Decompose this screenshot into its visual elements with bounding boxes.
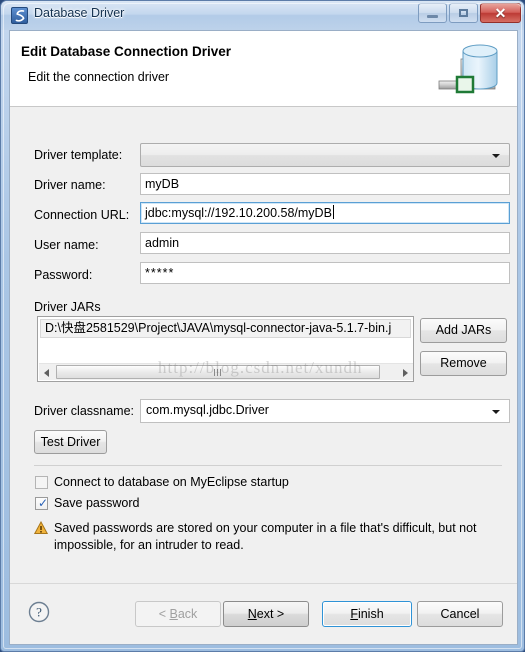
section-divider bbox=[34, 465, 502, 466]
connection-url-value: jdbc:mysql://192.10.200.58/myDB bbox=[145, 206, 332, 220]
add-jars-button[interactable]: Add JARs bbox=[420, 318, 507, 343]
triangle-left-icon bbox=[44, 369, 49, 377]
driver-classname-label: Driver classname: bbox=[34, 404, 135, 418]
dialog-window: Database Driver ✕ Edit Database Connecti… bbox=[0, 0, 525, 652]
cancel-button[interactable]: Cancel bbox=[417, 601, 503, 627]
page-title: Edit Database Connection Driver bbox=[21, 44, 232, 59]
help-question-icon[interactable]: ? bbox=[28, 601, 50, 628]
scrollbar-grip bbox=[214, 369, 222, 376]
scrollbar-thumb[interactable] bbox=[56, 365, 380, 379]
list-item[interactable]: D:\快盘2581529\Project\JAVA\mysql-connecto… bbox=[40, 319, 411, 338]
warning-text: Saved passwords are stored on your compu… bbox=[54, 521, 477, 552]
password-label: Password: bbox=[34, 268, 93, 282]
scroll-left-button[interactable] bbox=[39, 364, 55, 380]
dialog-button-bar: ? < Back Next > Finish Cancel bbox=[10, 583, 517, 644]
checkmark-icon: ✓ bbox=[38, 496, 49, 510]
checkbox-box[interactable] bbox=[35, 476, 48, 489]
close-button[interactable]: ✕ bbox=[480, 3, 521, 23]
window-title: Database Driver bbox=[34, 6, 125, 20]
close-icon: ✕ bbox=[494, 5, 507, 21]
scroll-right-button[interactable] bbox=[397, 364, 413, 380]
driver-classname-combo[interactable]: com.mysql.jdbc.Driver bbox=[140, 399, 510, 423]
test-driver-button[interactable]: Test Driver bbox=[34, 430, 107, 454]
driver-template-combo[interactable] bbox=[140, 143, 510, 167]
checkbox-label: Save password bbox=[54, 496, 140, 510]
driver-jars-list[interactable]: D:\快盘2581529\Project\JAVA\mysql-connecto… bbox=[37, 316, 414, 382]
horizontal-scrollbar[interactable] bbox=[39, 363, 413, 380]
password-input[interactable]: ***** bbox=[140, 262, 510, 284]
warning-triangle-icon bbox=[33, 520, 49, 535]
minimize-button[interactable] bbox=[418, 3, 447, 23]
driver-glyph bbox=[15, 10, 25, 22]
user-name-input[interactable]: admin bbox=[140, 232, 510, 254]
finish-button[interactable]: Finish bbox=[322, 601, 412, 627]
back-button[interactable]: < Back bbox=[135, 601, 221, 627]
next-button[interactable]: Next > bbox=[223, 601, 309, 627]
remove-jar-button[interactable]: Remove bbox=[420, 351, 507, 376]
driver-template-label: Driver template: bbox=[34, 148, 123, 162]
connection-url-label: Connection URL: bbox=[34, 208, 130, 222]
svg-text:?: ? bbox=[36, 605, 42, 620]
driver-name-input[interactable]: myDB bbox=[140, 173, 510, 195]
page-subtitle: Edit the connection driver bbox=[28, 70, 170, 84]
chevron-down-icon bbox=[492, 410, 500, 414]
checkbox-label: Connect to database on MyEclipse startup bbox=[54, 475, 289, 489]
user-name-label: User name: bbox=[34, 238, 99, 252]
connection-url-input[interactable]: jdbc:mysql://192.10.200.58/myDB bbox=[140, 202, 510, 224]
database-cylinder-icon bbox=[433, 37, 507, 106]
driver-classname-value: com.mysql.jdbc.Driver bbox=[146, 403, 269, 417]
triangle-right-icon bbox=[403, 369, 408, 377]
maximize-button[interactable] bbox=[449, 3, 478, 23]
chevron-down-icon bbox=[492, 154, 500, 158]
dialog-client-area: Edit Database Connection Driver Edit the… bbox=[9, 30, 518, 645]
database-driver-icon bbox=[11, 7, 28, 24]
wizard-banner: Edit Database Connection Driver Edit the… bbox=[10, 31, 517, 107]
title-bar[interactable]: Database Driver ✕ bbox=[1, 1, 524, 30]
checkbox-box[interactable]: ✓ bbox=[35, 497, 48, 510]
driver-jars-label: Driver JARs bbox=[34, 300, 101, 314]
text-caret bbox=[332, 205, 334, 219]
driver-name-label: Driver name: bbox=[34, 178, 106, 192]
